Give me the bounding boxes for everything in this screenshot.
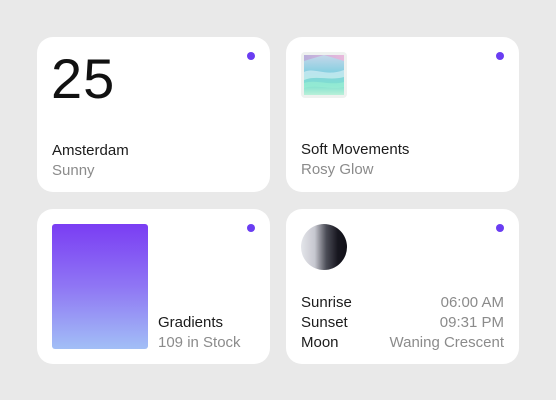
sunset-row: Sunset 09:31 PM (301, 313, 504, 333)
row-value: 09:31 PM (439, 314, 504, 331)
weather-widget[interactable]: 25 Amsterdam Sunny (37, 37, 270, 192)
temperature-value: 25 (51, 47, 116, 110)
track-title: Soft Movements (301, 141, 410, 158)
weather-condition: Sunny (52, 162, 95, 179)
moon-row: Moon Waning Crescent (301, 333, 504, 353)
product-widget[interactable]: Gradients 109 in Stock (37, 209, 270, 364)
status-dot (247, 52, 255, 60)
row-label: Sunrise (301, 294, 352, 311)
gradient-swatch-icon (52, 224, 148, 349)
row-label: Sunset (301, 314, 348, 331)
row-value: Waning Crescent (389, 334, 505, 351)
track-artist: Rosy Glow (301, 161, 374, 178)
music-widget[interactable]: Soft Movements Rosy Glow (286, 37, 519, 192)
status-dot (247, 224, 255, 232)
row-value: 06:00 AM (440, 294, 504, 311)
album-art-icon (301, 52, 347, 98)
moon-phase-icon (301, 224, 347, 270)
sun-moon-widget[interactable]: Sunrise 06:00 AM Sunset 09:31 PM Moon Wa… (286, 209, 519, 364)
status-dot (496, 224, 504, 232)
status-dot (496, 52, 504, 60)
row-label: Moon (301, 334, 339, 351)
sunrise-row: Sunrise 06:00 AM (301, 293, 504, 313)
product-name: Gradients (158, 314, 224, 331)
stock-count: 109 in Stock (158, 334, 241, 351)
city-name: Amsterdam (52, 142, 129, 159)
